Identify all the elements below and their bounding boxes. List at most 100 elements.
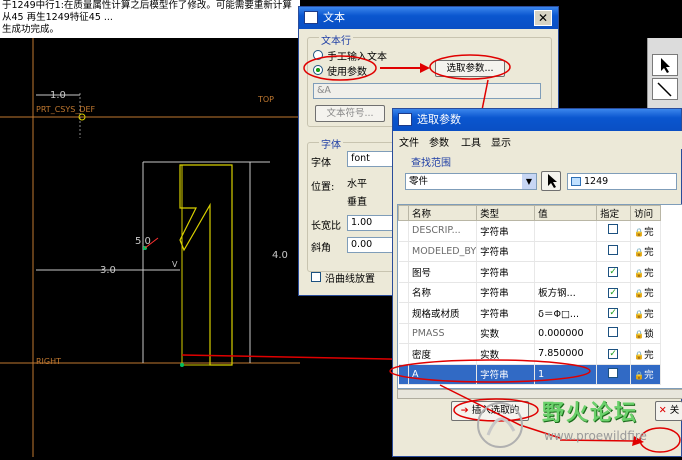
row-header bbox=[398, 241, 409, 262]
param-value-cell: 0.000000 bbox=[534, 323, 598, 344]
row-header bbox=[398, 282, 409, 303]
param-designate-cell bbox=[596, 220, 632, 242]
lock-icon: 🔒 bbox=[634, 330, 645, 340]
param-type-cell: 字符串 bbox=[476, 302, 536, 324]
designate-checkbox[interactable] bbox=[608, 244, 619, 255]
menu-param[interactable]: 参数 bbox=[429, 134, 449, 149]
param-access-cell: 🔒完 bbox=[630, 261, 662, 283]
param-designate-cell: ✓ bbox=[596, 282, 632, 303]
row-header-corner bbox=[398, 205, 409, 221]
param-designate-cell bbox=[596, 241, 632, 262]
row-header bbox=[398, 220, 409, 242]
designate-checkbox[interactable]: ✓ bbox=[608, 308, 619, 319]
select-param-title: 选取参数 bbox=[417, 113, 461, 126]
param-access-cell: 🔒完 bbox=[630, 302, 662, 324]
chevron-down-icon: ▼ bbox=[522, 174, 536, 189]
param-value-cell bbox=[534, 261, 598, 283]
param-type-cell: 字符串 bbox=[476, 282, 536, 303]
lock-icon: 🔒 bbox=[634, 268, 645, 278]
lock-icon: 🔒 bbox=[634, 309, 645, 319]
designate-checkbox[interactable]: ✓ bbox=[608, 287, 619, 298]
param-access-cell: 🔒锁 bbox=[630, 323, 662, 344]
watermark-title: 野火论坛 bbox=[542, 401, 639, 426]
param-name-cell: 规格或材质 bbox=[408, 302, 478, 324]
param-type-cell: 字符串 bbox=[476, 261, 536, 283]
table-row[interactable]: 密度 实数 7.850000 ✓ 🔒完 bbox=[398, 343, 662, 365]
param-value-cell: 7.850000 bbox=[534, 343, 598, 365]
param-access-cell: 🔒完 bbox=[630, 282, 662, 303]
table-row[interactable]: 规格或材质 字符串 δ＝Φ□... ✓ 🔒完 bbox=[398, 302, 662, 324]
param-type-cell: 字符串 bbox=[476, 220, 536, 242]
param-type-cell: 实数 bbox=[476, 323, 536, 344]
window-icon bbox=[398, 113, 412, 126]
table-row[interactable]: A 字符串 1 🔒完 bbox=[398, 364, 662, 385]
forum-logo-icon bbox=[477, 402, 523, 448]
param-value-cell: 板方钢... bbox=[534, 282, 598, 303]
column-header-type[interactable]: 类型 bbox=[476, 205, 536, 221]
model-field[interactable]: 1249 bbox=[567, 173, 677, 190]
menu-bar: 文件 参数 工具 显示 bbox=[393, 131, 682, 149]
lock-icon: 🔒 bbox=[634, 248, 645, 258]
param-designate-cell: ✓ bbox=[596, 343, 632, 365]
close-icon: ✕ bbox=[658, 405, 667, 416]
designate-checkbox[interactable] bbox=[608, 224, 619, 235]
param-designate-cell bbox=[596, 364, 632, 385]
param-designate-cell: ✓ bbox=[596, 261, 632, 283]
column-header-designate[interactable]: 指定 bbox=[596, 205, 632, 221]
param-designate-cell: ✓ bbox=[596, 302, 632, 324]
param-value-cell: δ＝Φ□... bbox=[534, 302, 598, 324]
param-access-cell: 🔒完 bbox=[630, 241, 662, 262]
scope-select[interactable]: 零件 ▼ bbox=[405, 173, 537, 190]
column-header-name[interactable]: 名称 bbox=[407, 205, 478, 221]
row-header bbox=[398, 323, 409, 344]
designate-checkbox[interactable] bbox=[608, 367, 619, 378]
part-icon bbox=[571, 177, 581, 186]
select-param-titlebar[interactable]: 选取参数 bbox=[393, 109, 681, 131]
param-name-cell: A bbox=[408, 364, 478, 385]
lock-icon: 🔒 bbox=[634, 350, 645, 360]
param-name-cell: PMASS bbox=[408, 323, 478, 344]
param-designate-cell bbox=[596, 323, 632, 344]
menu-tools[interactable]: 工具 bbox=[461, 134, 481, 149]
pick-model-button[interactable] bbox=[541, 171, 561, 191]
insert-arrow-icon: ➔ bbox=[460, 405, 469, 416]
designate-checkbox[interactable]: ✓ bbox=[608, 267, 619, 278]
scope-label: 查找范围 bbox=[411, 158, 451, 169]
menu-display[interactable]: 显示 bbox=[491, 134, 511, 149]
param-name-cell: 图号 bbox=[408, 261, 478, 283]
param-access-cell: 🔒完 bbox=[630, 364, 662, 385]
designate-checkbox[interactable]: ✓ bbox=[608, 349, 619, 360]
table-row[interactable]: DESCRIP... 字符串 🔒完 bbox=[398, 220, 662, 242]
watermark: 野火论坛 www.proewildfire bbox=[470, 395, 650, 457]
cancel-label: 关 bbox=[669, 405, 680, 416]
row-header bbox=[398, 364, 409, 385]
watermark-url: www.proewildfire bbox=[544, 429, 647, 443]
param-type-cell: 实数 bbox=[476, 343, 536, 365]
lock-icon: 🔒 bbox=[634, 227, 645, 237]
table-row[interactable]: MODELED_BY 字符串 🔒完 bbox=[398, 241, 662, 262]
table-row[interactable]: PMASS 实数 0.000000 🔒锁 bbox=[398, 323, 662, 344]
designate-checkbox[interactable] bbox=[608, 326, 619, 337]
param-value-cell bbox=[534, 241, 598, 262]
table-header-row: 名称 类型 值 指定 访问 bbox=[398, 205, 662, 221]
table-row[interactable]: 图号 字符串 ✓ 🔒完 bbox=[398, 261, 662, 283]
row-header bbox=[398, 302, 409, 324]
row-header bbox=[398, 261, 409, 283]
arrow-pointer-icon bbox=[548, 174, 557, 188]
table-row[interactable]: 名称 字符串 板方钢... ✓ 🔒完 bbox=[398, 282, 662, 303]
param-name-cell: 密度 bbox=[408, 343, 478, 365]
param-name-cell: MODELED_BY bbox=[408, 241, 478, 262]
param-type-cell: 字符串 bbox=[476, 364, 536, 385]
param-table: 名称 类型 值 指定 访问 DESCRIP... 字符串 🔒完 MODELED_BY 字… bbox=[398, 205, 662, 385]
cancel-button[interactable]: ✕ 关 bbox=[655, 401, 682, 421]
param-access-cell: 🔒完 bbox=[630, 220, 662, 242]
menu-file[interactable]: 文件 bbox=[399, 134, 419, 149]
lock-icon: 🔒 bbox=[634, 371, 645, 381]
scope-value: 零件 bbox=[409, 176, 429, 187]
column-header-value[interactable]: 值 bbox=[534, 205, 598, 221]
param-name-cell: 名称 bbox=[408, 282, 478, 303]
row-header bbox=[398, 343, 409, 365]
column-header-access[interactable]: 访问 bbox=[630, 205, 662, 221]
lock-icon: 🔒 bbox=[634, 289, 645, 299]
param-type-cell: 字符串 bbox=[476, 241, 536, 262]
